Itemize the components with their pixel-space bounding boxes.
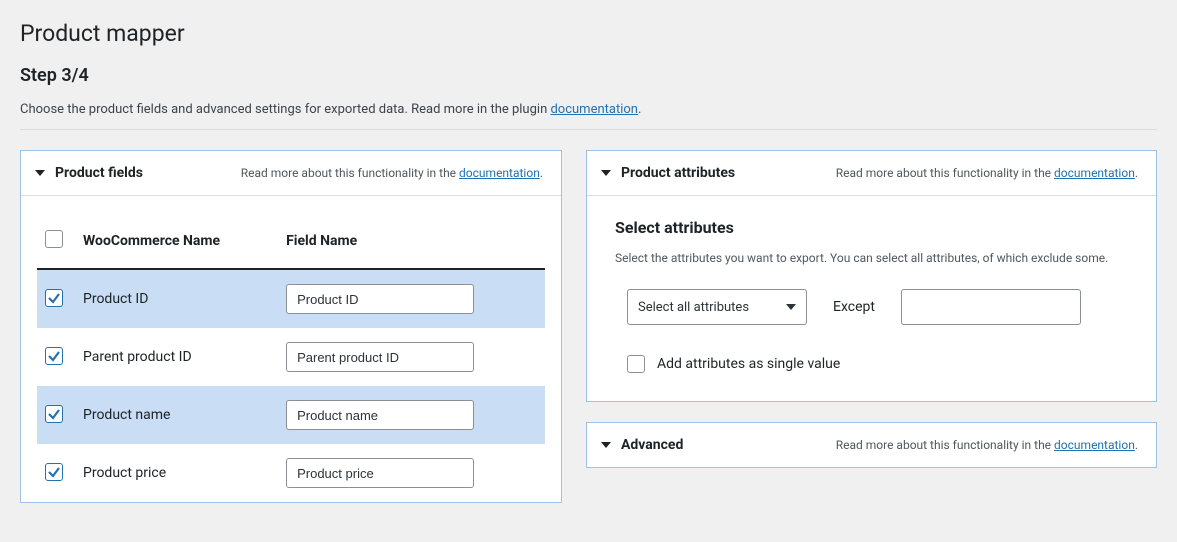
- field-name-input[interactable]: [286, 284, 474, 314]
- documentation-link[interactable]: documentation: [550, 102, 638, 117]
- except-input[interactable]: [901, 289, 1081, 325]
- product-attributes-header[interactable]: Product attributes Read more about this …: [587, 151, 1156, 196]
- table-row: Product price: [37, 444, 545, 502]
- adv-help-prefix: Read more about this functionality in th…: [836, 438, 1054, 452]
- row-checkbox[interactable]: [45, 463, 63, 481]
- intro-text: Choose the product fields and advanced s…: [20, 102, 1157, 117]
- table-row: Product ID: [37, 269, 545, 328]
- intro-prefix: Choose the product fields and advanced s…: [20, 102, 550, 117]
- advanced-panel: Advanced Read more about this functional…: [586, 422, 1157, 468]
- attr-help-suffix: .: [1135, 166, 1138, 180]
- caret-down-icon: [35, 170, 45, 176]
- field-name-input[interactable]: [286, 458, 474, 488]
- advanced-header[interactable]: Advanced Read more about this functional…: [587, 423, 1156, 467]
- product-attributes-title: Product attributes: [621, 165, 735, 181]
- divider: [20, 129, 1157, 130]
- product-attributes-help: Read more about this functionality in th…: [836, 166, 1138, 180]
- row-checkbox[interactable]: [45, 405, 63, 423]
- wc-name-cell: Parent product ID: [73, 328, 276, 386]
- select-all-checkbox[interactable]: [45, 230, 63, 248]
- attr-help-prefix: Read more about this functionality in th…: [836, 166, 1054, 180]
- attributes-select[interactable]: Select all attributes: [627, 289, 807, 325]
- advanced-help: Read more about this functionality in th…: [836, 438, 1138, 452]
- except-label: Except: [833, 299, 875, 315]
- step-indicator: Step 3/4: [20, 65, 1157, 86]
- product-fields-header[interactable]: Product fields Read more about this func…: [21, 151, 561, 196]
- adv-doc-link[interactable]: documentation: [1054, 438, 1135, 452]
- col-field-name: Field Name: [276, 212, 545, 269]
- fields-doc-link[interactable]: documentation: [459, 166, 540, 180]
- col-wc-name: WooCommerce Name: [73, 212, 276, 269]
- fields-table: WooCommerce Name Field Name Product IDPa…: [37, 212, 545, 502]
- single-value-checkbox[interactable]: [627, 355, 645, 373]
- row-checkbox[interactable]: [45, 289, 63, 307]
- field-name-input[interactable]: [286, 342, 474, 372]
- product-attributes-panel: Product attributes Read more about this …: [586, 150, 1157, 402]
- caret-down-icon: [601, 170, 611, 176]
- wc-name-cell: Product price: [73, 444, 276, 502]
- page-title: Product mapper: [20, 20, 1157, 47]
- select-attributes-desc: Select the attributes you want to export…: [615, 251, 1128, 265]
- caret-down-icon: [601, 442, 611, 448]
- attr-doc-link[interactable]: documentation: [1054, 166, 1135, 180]
- product-fields-help: Read more about this functionality in th…: [241, 166, 543, 180]
- chevron-down-icon: [786, 304, 796, 310]
- wc-name-cell: Product ID: [73, 269, 276, 328]
- table-row: Product name: [37, 386, 545, 444]
- product-fields-panel: Product fields Read more about this func…: [20, 150, 562, 503]
- single-value-label: Add attributes as single value: [657, 356, 840, 372]
- fields-help-suffix: .: [540, 166, 543, 180]
- field-name-input[interactable]: [286, 400, 474, 430]
- advanced-title: Advanced: [621, 437, 683, 453]
- fields-help-prefix: Read more about this functionality in th…: [241, 166, 459, 180]
- select-attributes-heading: Select attributes: [615, 218, 1128, 237]
- product-fields-title: Product fields: [55, 165, 143, 181]
- intro-suffix: .: [638, 102, 641, 117]
- table-row: Parent product ID: [37, 328, 545, 386]
- row-checkbox[interactable]: [45, 347, 63, 365]
- attributes-select-value: Select all attributes: [638, 300, 749, 315]
- adv-help-suffix: .: [1135, 438, 1138, 452]
- wc-name-cell: Product name: [73, 386, 276, 444]
